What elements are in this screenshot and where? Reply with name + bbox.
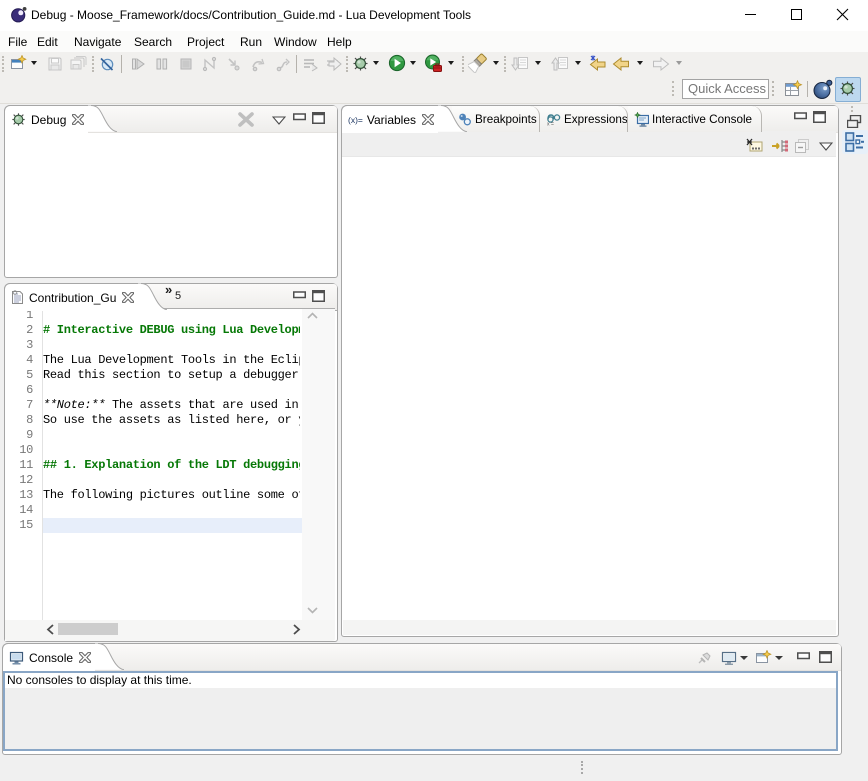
svg-text:=: = bbox=[551, 122, 554, 127]
